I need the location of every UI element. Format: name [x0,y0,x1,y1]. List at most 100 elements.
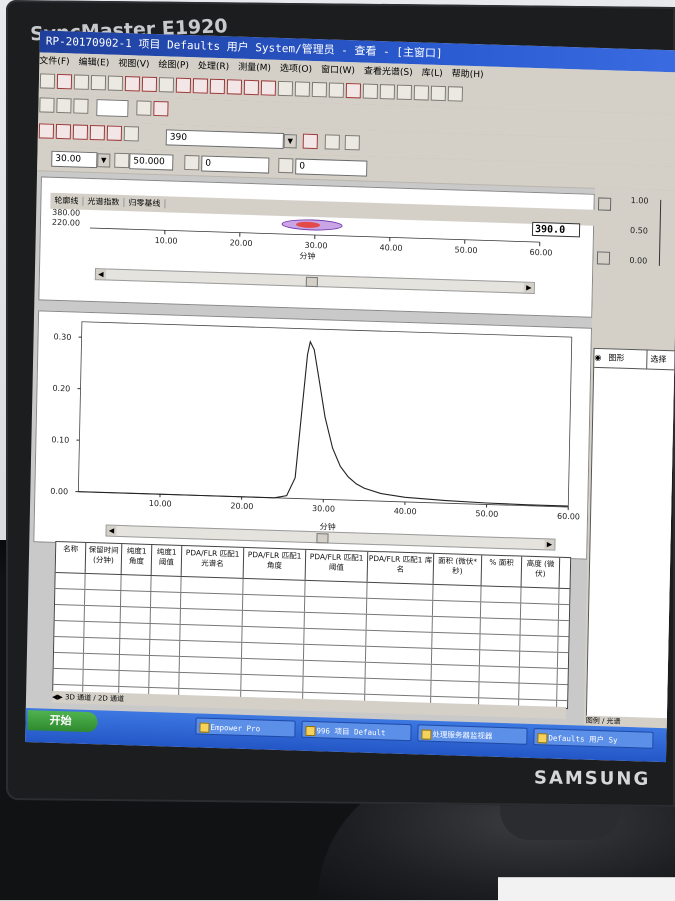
menu-item[interactable]: 编辑(E) [78,58,109,69]
time-field[interactable]: 30.00 [51,151,97,168]
tool-button[interactable] [107,125,122,140]
table-cell[interactable] [84,638,120,654]
table-cell[interactable] [480,634,520,650]
tool-button[interactable] [114,153,129,168]
tool-button[interactable] [431,86,446,101]
table-cell[interactable] [243,611,305,628]
table-cell[interactable] [151,592,181,608]
table-cell[interactable] [151,608,181,624]
table-cell[interactable] [367,599,433,616]
tab-3d-channel[interactable]: 3D 通道 [65,693,91,702]
scroll-left-icon[interactable]: ◀ [96,269,106,279]
table-cell[interactable] [121,591,151,607]
column-header[interactable]: 名称 [56,542,87,573]
table-cell[interactable] [179,673,241,690]
taskbar-item[interactable]: 996 项目 Default [301,721,411,741]
tool-button[interactable] [312,82,327,97]
table-cell[interactable] [150,656,180,672]
menu-item[interactable]: 选项(O) [280,64,312,75]
tool-button[interactable] [325,134,340,149]
table-cell[interactable] [521,588,559,604]
tool-button[interactable] [244,80,259,95]
column-header[interactable]: 纯度1 阈值 [152,545,183,576]
tool-button[interactable] [210,79,225,94]
table-cell[interactable] [54,653,84,669]
scroll-right-icon[interactable]: ▶ [544,539,554,549]
table-cell[interactable] [521,620,559,636]
table-cell[interactable] [151,576,181,592]
column-header[interactable]: PDA/FLR 匹配1 阈值 [306,550,369,582]
table-cell[interactable] [431,681,479,698]
tool-button[interactable] [142,77,157,92]
table-cell[interactable] [85,606,121,622]
taskbar-item[interactable]: Defaults 用户 Sy [533,728,653,749]
tool-button[interactable] [278,81,293,96]
menu-item[interactable]: 测量(M) [238,63,271,74]
table-cell[interactable] [54,621,84,637]
table-cell[interactable] [149,672,179,688]
column-header[interactable]: PDA/FLR 匹配1 角度 [244,548,307,580]
tool-button[interactable] [193,78,208,93]
tool-button[interactable] [56,124,71,139]
table-cell[interactable] [181,609,243,626]
table-cell[interactable] [304,645,366,662]
tool-button[interactable] [39,123,54,138]
table-cell[interactable] [480,650,520,666]
table-cell[interactable] [180,657,242,674]
tool-button[interactable] [56,98,71,113]
table-cell[interactable] [83,670,119,686]
tool-button[interactable] [91,75,106,90]
tool-button[interactable] [261,80,276,95]
tool-button[interactable] [329,82,344,97]
table-cell[interactable] [180,641,242,658]
tool-button[interactable] [74,74,89,89]
tool-button[interactable] [184,155,199,170]
tool-button[interactable] [153,101,168,116]
tab-spectral-index[interactable]: 光谱指数 [83,197,124,207]
tool-button[interactable] [90,125,105,140]
table-cell[interactable] [242,659,304,676]
table-cell[interactable] [481,586,521,602]
scroll-left-icon[interactable]: ◀▶ [52,693,65,701]
table-cell[interactable] [305,597,367,614]
menu-item[interactable]: 帮助(H) [452,69,484,80]
tool-button[interactable] [448,86,463,101]
scroll-left-icon[interactable]: ◀ [106,526,116,536]
menu-item[interactable]: 视图(V) [118,59,149,70]
table-cell[interactable] [481,602,521,618]
chevron-down-icon[interactable]: ▼ [284,134,297,148]
tab-legend[interactable]: 图例 [586,717,600,725]
dropdown-empty[interactable] [96,99,128,117]
taskbar-item[interactable]: 处理服务器监视器 [417,724,527,744]
table-cell[interactable] [433,601,481,618]
menu-item[interactable]: 文件(F) [39,56,69,67]
tab-contour[interactable]: 轮廓线 [50,196,83,206]
table-cell[interactable] [241,675,303,692]
table-cell[interactable] [84,622,120,638]
column-header[interactable]: 保留时间 (分钟) [86,543,123,574]
table-cell[interactable] [304,661,366,678]
menu-item[interactable]: 库(L) [422,68,443,79]
table-cell[interactable] [53,669,83,685]
table-cell[interactable] [365,679,431,696]
table-cell[interactable] [433,617,481,634]
table-cell[interactable] [304,629,366,646]
table-cell[interactable] [242,643,304,660]
table-cell[interactable] [432,649,480,666]
table-cell[interactable] [150,640,180,656]
scroll-thumb[interactable] [316,533,328,543]
tool-button[interactable] [176,78,191,93]
tool-button[interactable] [397,85,412,100]
table-cell[interactable] [121,575,151,591]
table-cell[interactable] [54,637,84,653]
table-cell[interactable] [242,627,304,644]
table-cell[interactable] [243,595,305,612]
table-cell[interactable] [479,682,519,698]
tab-baseline[interactable]: 归零基线 [124,198,165,208]
menu-item[interactable]: 窗口(W) [321,65,355,76]
table-cell[interactable] [85,590,121,606]
tool-button[interactable] [136,100,151,115]
table-cell[interactable] [85,574,121,590]
table-cell[interactable] [119,671,149,687]
table-cell[interactable] [366,647,432,664]
